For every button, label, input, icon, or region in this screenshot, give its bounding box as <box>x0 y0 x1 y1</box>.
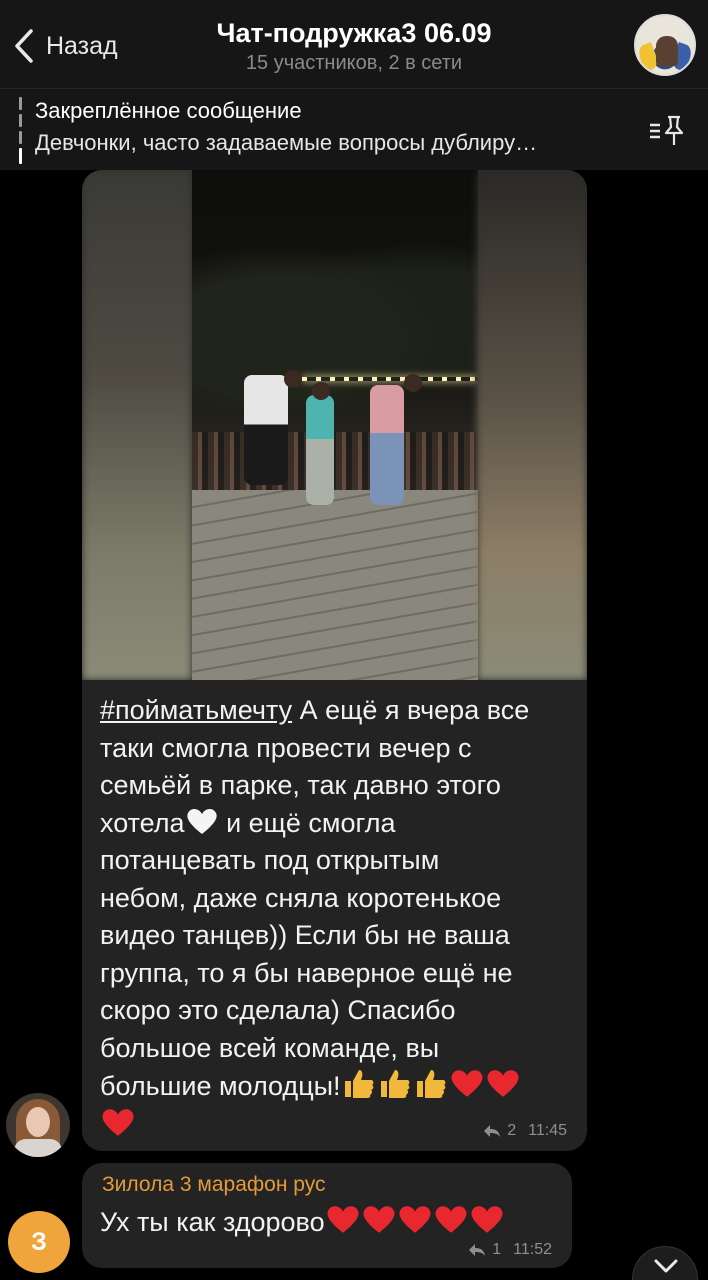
chat-title[interactable]: Чат-подружка3 06.09 <box>0 18 708 49</box>
thumbs-up-icon <box>416 1070 445 1098</box>
red-heart-icon <box>471 1206 503 1233</box>
video-thumbnail[interactable] <box>82 170 587 680</box>
scroll-down-button[interactable] <box>632 1246 698 1280</box>
reply-text: Ух ты как здорово <box>100 1203 505 1238</box>
message-meta: 2 11:45 <box>483 1122 567 1140</box>
white-heart-icon <box>186 808 217 834</box>
pinned-list-icon[interactable] <box>646 113 686 147</box>
reply-meta: 1 11:52 <box>468 1241 552 1259</box>
chevron-down-icon <box>654 1259 678 1273</box>
hashtag-link[interactable]: #поймать­мечту <box>100 695 292 725</box>
red-heart-icon <box>327 1206 359 1233</box>
chat-subtitle: 15 участников, 2 в сети <box>245 52 463 74</box>
red-heart-icon <box>363 1206 395 1233</box>
message-bubble[interactable]: #поймать­мечту А ещё я вчера все таки см… <box>82 170 587 1151</box>
red-heart-icons <box>449 1070 521 1101</box>
red-heart-icon <box>487 1070 519 1097</box>
reply-time: 11:52 <box>513 1241 552 1258</box>
pinned-title: Закреплённое сообщение <box>35 98 302 123</box>
red-heart-icon <box>399 1206 431 1233</box>
thumbs-up-icon <box>380 1070 409 1098</box>
thumbs-up-icon <box>344 1070 373 1098</box>
red-heart-icon <box>435 1206 467 1233</box>
reply-count[interactable]: 2 <box>507 1122 516 1140</box>
message-time: 11:45 <box>528 1122 567 1139</box>
red-heart-icons <box>325 1206 505 1237</box>
thumbs-up-icons <box>341 1070 449 1101</box>
reply-author[interactable]: Зилола 3 марафон рус <box>102 1173 325 1197</box>
sender-avatar[interactable] <box>6 1093 70 1157</box>
reply-icon <box>469 1244 486 1256</box>
pinned-message[interactable]: Закреплённое сообщение Девчонки, часто з… <box>0 88 708 170</box>
message-text: #поймать­мечту А ещё я вчера все таки см… <box>100 692 575 1144</box>
reply-icon <box>484 1125 501 1137</box>
red-heart-icon <box>451 1070 483 1097</box>
reply-author-avatar[interactable]: З <box>8 1211 70 1273</box>
reply-message-bubble[interactable]: Зилола 3 марафон рус Ух ты как здорово 1… <box>82 1163 572 1268</box>
red-heart-icon <box>102 1108 134 1136</box>
chat-header: Назад Чат-подружка3 06.09 15 участников,… <box>0 0 708 88</box>
video-frame <box>192 170 478 680</box>
pinned-text: Девчонки, часто задаваемые вопросы дубли… <box>35 130 538 155</box>
pinned-indicator <box>19 97 22 164</box>
chat-avatar[interactable] <box>634 14 696 76</box>
reply-count[interactable]: 1 <box>492 1241 501 1259</box>
